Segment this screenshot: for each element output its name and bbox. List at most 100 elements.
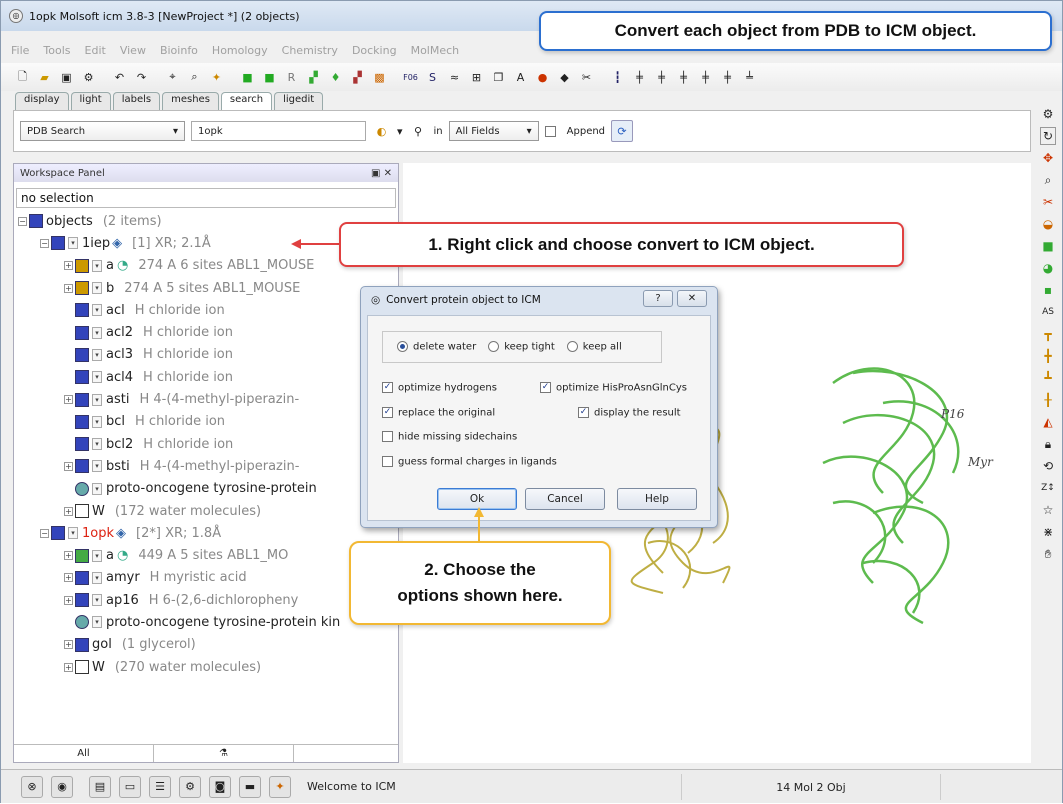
- tree-row-water2[interactable]: + W (270 water molecules): [14, 656, 398, 678]
- tree-row-water[interactable]: + W (172 water molecules): [14, 500, 398, 522]
- tree-row-amyr[interactable]: + ▾ amyr H myristic acid: [14, 567, 398, 589]
- opt-hide-missing[interactable]: hide missing sidechains: [382, 431, 517, 443]
- r-icon[interactable]: R: [282, 68, 301, 87]
- tree-row-bcl2[interactable]: ▾ bcl2 H chloride ion: [14, 433, 398, 455]
- close-icon[interactable]: ✕: [384, 168, 392, 179]
- chevron-down-icon[interactable]: ▾: [92, 549, 102, 562]
- tree-row-bsti[interactable]: + ▾ bsti H 4-(4-methyl-piperazin-: [14, 455, 398, 477]
- tree-row-asti[interactable]: + ▾ asti H 4-(4-methyl-piperazin-: [14, 388, 398, 410]
- align-icon-6[interactable]: ╪: [718, 68, 737, 87]
- window-icon[interactable]: ▭: [119, 775, 141, 798]
- tab-filter[interactable]: ⚗: [154, 745, 294, 762]
- undo-icon[interactable]: ↶: [110, 68, 129, 87]
- distance-icon[interactable]: ╂: [1040, 391, 1056, 409]
- zoom-icon[interactable]: ⌕: [1040, 171, 1056, 189]
- tree-row-acl[interactable]: ▾ acl H chloride ion: [14, 299, 398, 321]
- redo-icon[interactable]: ↷: [132, 68, 151, 87]
- chevron-down-icon[interactable]: ▾: [397, 125, 403, 138]
- expand-icon[interactable]: +: [64, 640, 73, 650]
- selection-field[interactable]: no selection: [16, 188, 396, 208]
- star-icon[interactable]: ☆: [1040, 501, 1056, 519]
- search-field-select[interactable]: All Fields ▾: [448, 121, 539, 141]
- gear-icon[interactable]: ⚙: [1040, 105, 1056, 123]
- car-icon[interactable]: ▬: [239, 775, 261, 798]
- cancel-button[interactable]: Cancel: [525, 488, 605, 510]
- collapse-icon[interactable]: −: [40, 528, 49, 538]
- chevron-down-icon[interactable]: ▾: [92, 616, 102, 629]
- tree-row-bcl[interactable]: ▾ bcl H chloride ion: [14, 411, 398, 433]
- float-icon[interactable]: ▣: [371, 168, 380, 179]
- cube-icon[interactable]: ▪: [1040, 281, 1056, 299]
- spin-icon[interactable]: ⟲: [1040, 457, 1056, 475]
- tree-row-1opk[interactable]: − ▾ 1opk ◈ [2*] XR; 1.8Å: [14, 522, 398, 544]
- clip-icon[interactable]: ✂: [1040, 193, 1056, 211]
- ok-button[interactable]: Ok: [437, 488, 517, 510]
- append-checkbox[interactable]: [544, 125, 556, 137]
- ligand-icon[interactable]: ▞: [304, 68, 323, 87]
- align-top-icon[interactable]: ┳: [1040, 325, 1056, 343]
- expand-icon[interactable]: +: [64, 395, 73, 405]
- chevron-down-icon[interactable]: ▾: [92, 371, 102, 384]
- opt-optimize-hydrogens[interactable]: ✓ optimize hydrogens: [382, 382, 497, 394]
- menu-edit[interactable]: Edit: [85, 44, 106, 57]
- chevron-down-icon[interactable]: ▾: [92, 482, 102, 495]
- record-icon[interactable]: ◉: [51, 775, 73, 798]
- z-icon[interactable]: Z↕: [1040, 479, 1056, 497]
- expand-icon[interactable]: +: [64, 283, 73, 293]
- tree-row-acl3[interactable]: ▾ acl3 H chloride ion: [14, 344, 398, 366]
- radio-delete-water[interactable]: delete water: [397, 341, 476, 353]
- atom-icon[interactable]: ♦: [326, 68, 345, 87]
- expand-icon[interactable]: +: [64, 662, 73, 672]
- align-bottom-icon[interactable]: ┻: [1040, 369, 1056, 387]
- chevron-down-icon[interactable]: ▾: [92, 415, 102, 428]
- tab-light[interactable]: light: [70, 92, 111, 110]
- menu-tools[interactable]: Tools: [43, 44, 70, 57]
- selection-icon[interactable]: ⌖: [163, 68, 182, 87]
- tree-row-acl4[interactable]: ▾ acl4 H chloride ion: [14, 366, 398, 388]
- chevron-down-icon[interactable]: ▾: [92, 304, 102, 317]
- settings-icon[interactable]: ⚙: [79, 68, 98, 87]
- tool-icon[interactable]: ✦: [207, 68, 226, 87]
- opt-guess-charges[interactable]: guess formal charges in ligands: [382, 456, 557, 468]
- menu-file[interactable]: File: [11, 44, 29, 57]
- tree-row-acl2[interactable]: ▾ acl2 H chloride ion: [14, 321, 398, 343]
- chevron-down-icon[interactable]: ▾: [92, 348, 102, 361]
- tree-row-a2[interactable]: + ▾ a ◔ 449 A 5 sites ABL1_MO: [14, 544, 398, 566]
- expand-icon[interactable]: +: [64, 461, 73, 471]
- refresh-icon[interactable]: ⟳: [611, 120, 634, 142]
- grid-icon[interactable]: ▩: [370, 68, 389, 87]
- list-icon[interactable]: ☰: [149, 775, 171, 798]
- color-icon[interactable]: ◕: [1040, 259, 1056, 277]
- opt-display-result[interactable]: ✓ display the result: [578, 407, 681, 419]
- center-icon[interactable]: ◒: [1040, 215, 1056, 233]
- chevron-down-icon[interactable]: ▾: [92, 259, 102, 272]
- align-mid-icon[interactable]: ╋: [1040, 347, 1056, 365]
- collapse-icon[interactable]: −: [18, 216, 27, 226]
- align-icon-7[interactable]: ╧: [740, 68, 759, 87]
- molecule-green-icon[interactable]: ■: [238, 68, 257, 87]
- menu-chemistry[interactable]: Chemistry: [282, 44, 338, 57]
- move-icon[interactable]: ✥: [1040, 149, 1056, 167]
- tab-ligedit[interactable]: ligedit: [274, 92, 324, 110]
- dialog-close-icon[interactable]: ✕: [677, 290, 707, 307]
- chevron-down-icon[interactable]: ▾: [92, 282, 102, 295]
- lock-icon[interactable]: 🔒︎: [1040, 435, 1056, 453]
- tree-row-b[interactable]: + ▾ b 274 A 5 sites ABL1_MOUSE: [14, 277, 398, 299]
- chevron-down-icon[interactable]: ▾: [92, 571, 102, 584]
- menu-docking[interactable]: Docking: [352, 44, 397, 57]
- help-button[interactable]: Help: [617, 488, 697, 510]
- table-icon[interactable]: ▤: [89, 775, 111, 798]
- opt-optimize-his[interactable]: ✓ optimize HisProAsnGlnCys: [540, 382, 687, 394]
- sphere-icon[interactable]: ●: [533, 68, 552, 87]
- open-folder-icon[interactable]: ▰: [35, 68, 54, 87]
- search-source-select[interactable]: PDB Search ▾: [20, 121, 185, 141]
- tab-all[interactable]: All: [14, 745, 154, 762]
- align-icon-4[interactable]: ╪: [674, 68, 693, 87]
- align-icon-5[interactable]: ╪: [696, 68, 715, 87]
- menu-bioinfo[interactable]: Bioinfo: [160, 44, 198, 57]
- tree-row-ap16[interactable]: + ▾ ap16 H 6-(2,6-dichloropheny: [14, 589, 398, 611]
- chevron-down-icon[interactable]: ▾: [92, 594, 102, 607]
- tab-meshes[interactable]: meshes: [162, 92, 219, 110]
- expand-icon[interactable]: +: [64, 595, 73, 605]
- ligand-tool-icon[interactable]: ✦: [269, 775, 291, 798]
